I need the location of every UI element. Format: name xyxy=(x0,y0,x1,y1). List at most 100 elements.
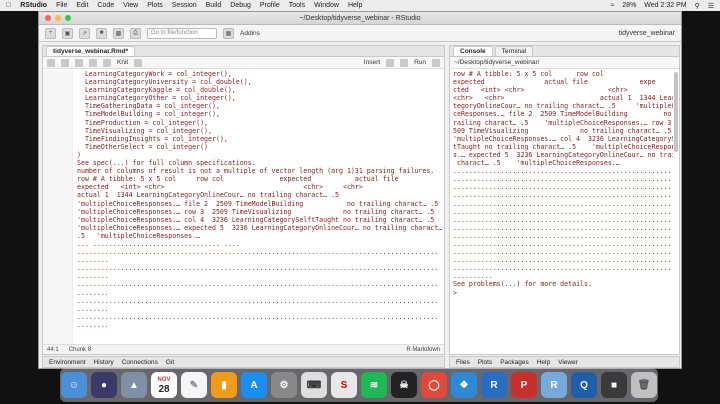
tab-help[interactable]: Help xyxy=(537,359,550,366)
environment-pane-tabs: Environment History Connections Git xyxy=(42,356,445,368)
code-line: row # A tibble: 5 x 5 col row col expect… xyxy=(77,175,399,184)
console-line: ........................................… xyxy=(453,256,673,265)
console-line: ........................................… xyxy=(453,167,673,176)
open-file-icon[interactable]: ↗ xyxy=(79,27,90,39)
code-line: ........ xyxy=(77,320,109,329)
code-line: actual 1 1344 LearningCategoryOnlineCour… xyxy=(77,191,340,200)
menu-profile[interactable]: Profile xyxy=(260,2,280,9)
menu-view[interactable]: View xyxy=(123,2,138,9)
siri-icon[interactable]: ● xyxy=(91,372,117,398)
back-icon[interactable] xyxy=(47,58,55,67)
layout-icon[interactable]: ▦ xyxy=(223,27,234,39)
battery-percent[interactable]: 28% xyxy=(622,2,636,9)
books-icon[interactable]: ▮ xyxy=(211,372,237,398)
addins-menu[interactable]: Addins xyxy=(240,30,260,37)
rstudio-window: ~/Desktop/tidyverse_webinar - RStudio + … xyxy=(38,11,682,369)
console-output[interactable]: row # A tibble: 5 x 5 col row col expecte… xyxy=(450,70,673,354)
menu-edit[interactable]: Edit xyxy=(76,2,88,9)
tab-viewer[interactable]: Viewer xyxy=(558,359,578,366)
menu-list-icon[interactable]: ☰ xyxy=(708,2,714,10)
tab-terminal[interactable]: Terminal xyxy=(494,46,534,56)
trash-icon[interactable]: 🗑 xyxy=(631,372,657,398)
tab-plots[interactable]: Plots xyxy=(478,359,492,366)
window-title: ~/Desktop/tidyverse_webinar - RStudio xyxy=(299,14,421,22)
console-line: ........................................… xyxy=(453,183,673,192)
clock[interactable]: Wed 2:32 PM xyxy=(644,2,686,9)
launchpad-icon[interactable]: ▲ xyxy=(121,372,147,398)
script-editor-icon[interactable]: ⌨ xyxy=(301,372,327,398)
finder-icon[interactable]: ☺ xyxy=(61,372,87,398)
down-arrow-icon[interactable] xyxy=(400,58,409,67)
console-path: ~/Desktop/tidyverse_webinar/ xyxy=(454,59,540,66)
menu-code[interactable]: Code xyxy=(97,2,114,9)
code-line: LearningCategoryWork = col_integer(), xyxy=(77,70,232,78)
code-line: ) xyxy=(77,150,81,159)
rerun-icon[interactable] xyxy=(432,58,440,67)
tab-console[interactable]: Console xyxy=(453,46,493,56)
menu-file[interactable]: File xyxy=(56,2,67,9)
new-project-icon[interactable]: ▣ xyxy=(62,27,73,39)
safari-icon[interactable]: ❖ xyxy=(451,372,477,398)
insert-button[interactable]: Insert xyxy=(364,59,380,66)
code-line: 'multipleChoiceResponses.… expected 5 32… xyxy=(77,223,444,232)
settings-gear-icon[interactable] xyxy=(134,58,143,67)
search-icon[interactable]: ⚲ xyxy=(695,2,700,10)
wifi-icon[interactable]: ≈ xyxy=(610,2,614,9)
editor-tab[interactable]: tidyverse_webinar.Rmd* xyxy=(46,46,136,56)
system-preferences-icon[interactable]: ⚙ xyxy=(271,372,297,398)
apple-icon[interactable]:  xyxy=(6,2,11,9)
tab-environment[interactable]: Environment xyxy=(49,359,86,366)
file-mode[interactable]: R Markdown xyxy=(406,347,440,353)
console-line: .......... xyxy=(453,272,493,281)
menu-build[interactable]: Build xyxy=(206,2,222,9)
skull-app-icon[interactable]: ☠ xyxy=(391,372,417,398)
tab-files[interactable]: Files xyxy=(456,359,470,366)
new-file-icon[interactable]: + xyxy=(45,27,56,39)
save-all-icon[interactable]: ▩ xyxy=(113,27,124,39)
menu-app-name[interactable]: RStudio xyxy=(20,2,47,9)
app-store-icon[interactable]: A xyxy=(241,372,267,398)
menu-debug[interactable]: Debug xyxy=(230,2,251,9)
console-line: railing charact… .5 'multipleChoiceRespo… xyxy=(453,118,673,127)
tab-history[interactable]: History xyxy=(94,359,114,366)
console-line: tegoryOnlineCour… no trailing charact… .… xyxy=(453,102,673,111)
menu-session[interactable]: Session xyxy=(172,2,197,9)
up-arrow-icon[interactable] xyxy=(386,58,395,67)
notes-icon[interactable]: ✎ xyxy=(181,372,207,398)
quicktime-icon[interactable]: Q xyxy=(571,372,597,398)
tab-packages[interactable]: Packages xyxy=(500,359,529,366)
console-tabbar: Console Terminal xyxy=(450,46,679,57)
r-app-icon[interactable]: R xyxy=(481,372,507,398)
code-line: 'multipleChoiceResponses.… file 2 2509 T… xyxy=(77,199,439,208)
tab-connections[interactable]: Connections xyxy=(122,359,158,366)
chrome-icon[interactable]: ◯ xyxy=(421,372,447,398)
console-scrollbar[interactable] xyxy=(674,72,678,152)
rstudio-icon[interactable]: R xyxy=(541,372,567,398)
screen-recorder-icon[interactable]: ■ xyxy=(601,372,627,398)
tab-git[interactable]: Git xyxy=(166,359,174,366)
save-icon[interactable]: ■ xyxy=(96,27,107,39)
run-button[interactable]: Run xyxy=(414,59,426,66)
forward-icon[interactable] xyxy=(61,58,69,67)
print-icon[interactable]: ⎙ xyxy=(130,27,141,39)
find-icon[interactable] xyxy=(103,58,111,67)
spellcheck-icon[interactable] xyxy=(89,58,97,67)
menu-help[interactable]: Help xyxy=(348,2,362,9)
code-line: ........ xyxy=(77,256,109,265)
console-line: ........................................… xyxy=(453,239,673,248)
menu-window[interactable]: Window xyxy=(314,2,339,9)
project-menu[interactable]: tidyverse_webinar xyxy=(619,30,675,37)
spotify-icon[interactable]: ≋ xyxy=(361,372,387,398)
slides-icon[interactable]: S xyxy=(331,372,357,398)
menu-tools[interactable]: Tools xyxy=(289,2,305,9)
editor-tabbar: tidyverse_webinar.Rmd* xyxy=(43,46,444,57)
knit-button[interactable]: Knit xyxy=(117,59,128,66)
code-editor[interactable]: LearningCategoryWork = col_integer(), Le… xyxy=(43,70,444,344)
chunk-indicator[interactable]: Chunk 8 xyxy=(69,347,91,353)
menu-plots[interactable]: Plots xyxy=(147,2,163,9)
powerpoint-icon[interactable]: P xyxy=(511,372,537,398)
goto-file-input[interactable]: Go to file/function xyxy=(147,27,217,39)
save-doc-icon[interactable] xyxy=(75,58,83,67)
calendar-icon[interactable]: NOV 28 xyxy=(151,372,177,398)
code-line: ........ xyxy=(77,272,109,281)
